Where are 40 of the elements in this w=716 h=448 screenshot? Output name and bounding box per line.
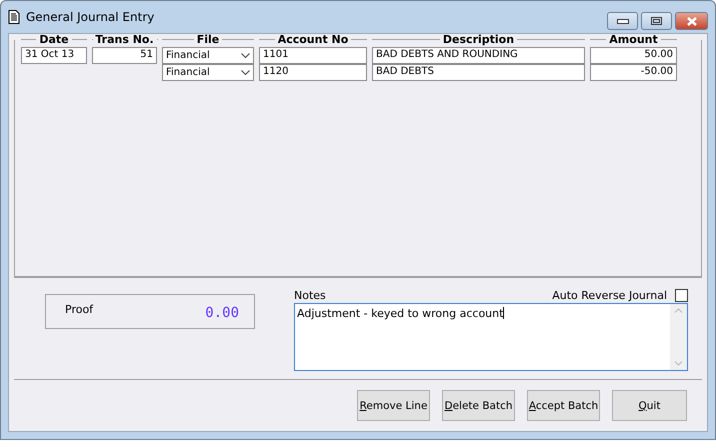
chevron-down-icon [241,70,250,75]
proof-label: Proof [65,303,94,316]
action-button[interactable]: Delete Batch [442,390,515,421]
file-dropdown[interactable]: Financial [162,64,254,81]
notes-text: Adjustment - keyed to wrong account [297,307,504,320]
window-title: General Journal Entry [26,10,154,24]
file-dropdown[interactable]: Financial [162,47,254,64]
notes-field[interactable]: Adjustment - keyed to wrong account [294,303,688,371]
action-button[interactable]: Quit [612,390,687,421]
minimize-icon [616,18,628,24]
description-field[interactable]: BAD DEBTS AND ROUNDING [372,47,585,64]
minimize-button[interactable] [607,12,638,30]
amount-field[interactable]: -50.00 [590,64,677,81]
scrollbar[interactable] [670,304,687,370]
date-field[interactable]: 31 Oct 13 [21,47,87,64]
proof-value: 0.00 [205,304,239,320]
auto-reverse-label: Auto Reverse Journal [552,288,667,302]
column-header: Trans No. [95,32,154,46]
maximize-button[interactable] [641,12,672,30]
document-icon [8,10,20,24]
column-header: Date [39,32,69,46]
column-header: Account No [278,32,348,46]
maximize-icon [651,17,662,25]
amount-field[interactable]: 50.00 [590,47,677,64]
column-header: Description [442,32,514,46]
close-button[interactable] [675,12,708,30]
close-icon [686,16,698,26]
notes-label: Notes [294,288,326,302]
auto-reverse-checkbox[interactable] [675,288,688,302]
action-button[interactable]: Remove Line [357,390,430,421]
description-field[interactable]: BAD DEBTS [372,64,585,81]
action-button[interactable]: Accept Batch [527,390,600,421]
account-no-field[interactable]: 1101 [259,47,367,64]
chevron-down-icon [241,53,250,58]
column-header: File [196,32,220,46]
scroll-down-icon [674,361,683,366]
account-no-field[interactable]: 1120 [259,64,367,81]
scroll-up-icon [674,308,683,313]
trans-no-field[interactable]: 51 [92,47,157,64]
column-header: Amount [609,32,658,46]
